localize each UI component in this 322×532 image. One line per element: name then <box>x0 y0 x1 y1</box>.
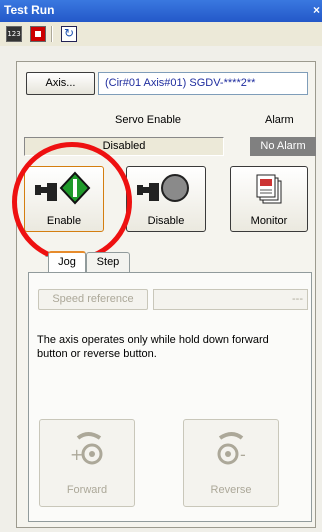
svg-text:+: + <box>70 445 83 464</box>
servo-off-icon <box>127 171 205 209</box>
axis-value-field: (Cir#01 Axis#01) SGDV-****2** <box>98 72 308 95</box>
refresh-icon[interactable]: ↻ <box>61 26 77 42</box>
title-bar: Test Run × <box>0 0 322 22</box>
disable-label: Disable <box>147 215 185 227</box>
reverse-rotation-icon: - <box>217 432 246 465</box>
tab-jog[interactable]: Jog <box>48 251 86 273</box>
alarm-label: Alarm <box>265 114 294 126</box>
jog-panel: Speed reference --- The axis operates on… <box>28 272 312 522</box>
disable-button[interactable]: Disable <box>126 166 206 232</box>
reverse-button[interactable]: - Reverse <box>183 419 279 507</box>
forward-button[interactable]: + Forward <box>39 419 135 507</box>
highlight-circle <box>12 142 132 262</box>
tab-step[interactable]: Step <box>86 252 130 272</box>
close-button[interactable]: × <box>313 3 320 17</box>
monitor-icon <box>231 171 307 209</box>
calendar-icon[interactable]: 123 <box>6 26 22 42</box>
monitor-label: Monitor <box>250 215 288 227</box>
alarm-status-field: No Alarm <box>250 137 316 156</box>
toolbar: 123 ↻ <box>0 22 322 46</box>
forward-label: Forward <box>66 484 108 496</box>
speed-reference-button[interactable]: Speed reference <box>38 289 148 310</box>
reverse-label: Reverse <box>210 484 252 496</box>
monitor-button[interactable]: Monitor <box>230 166 308 232</box>
toolbar-separator <box>51 26 53 42</box>
window-title: Test Run <box>4 3 55 17</box>
axis-button[interactable]: Axis... <box>26 72 95 95</box>
forward-rotation-icon: + <box>70 432 103 465</box>
svg-text:-: - <box>240 445 246 464</box>
jog-info-text: The axis operates only while hold down f… <box>37 334 269 360</box>
stop-icon[interactable] <box>30 26 46 42</box>
speed-reference-field[interactable]: --- <box>153 289 308 310</box>
servo-enable-label: Servo Enable <box>115 114 182 126</box>
